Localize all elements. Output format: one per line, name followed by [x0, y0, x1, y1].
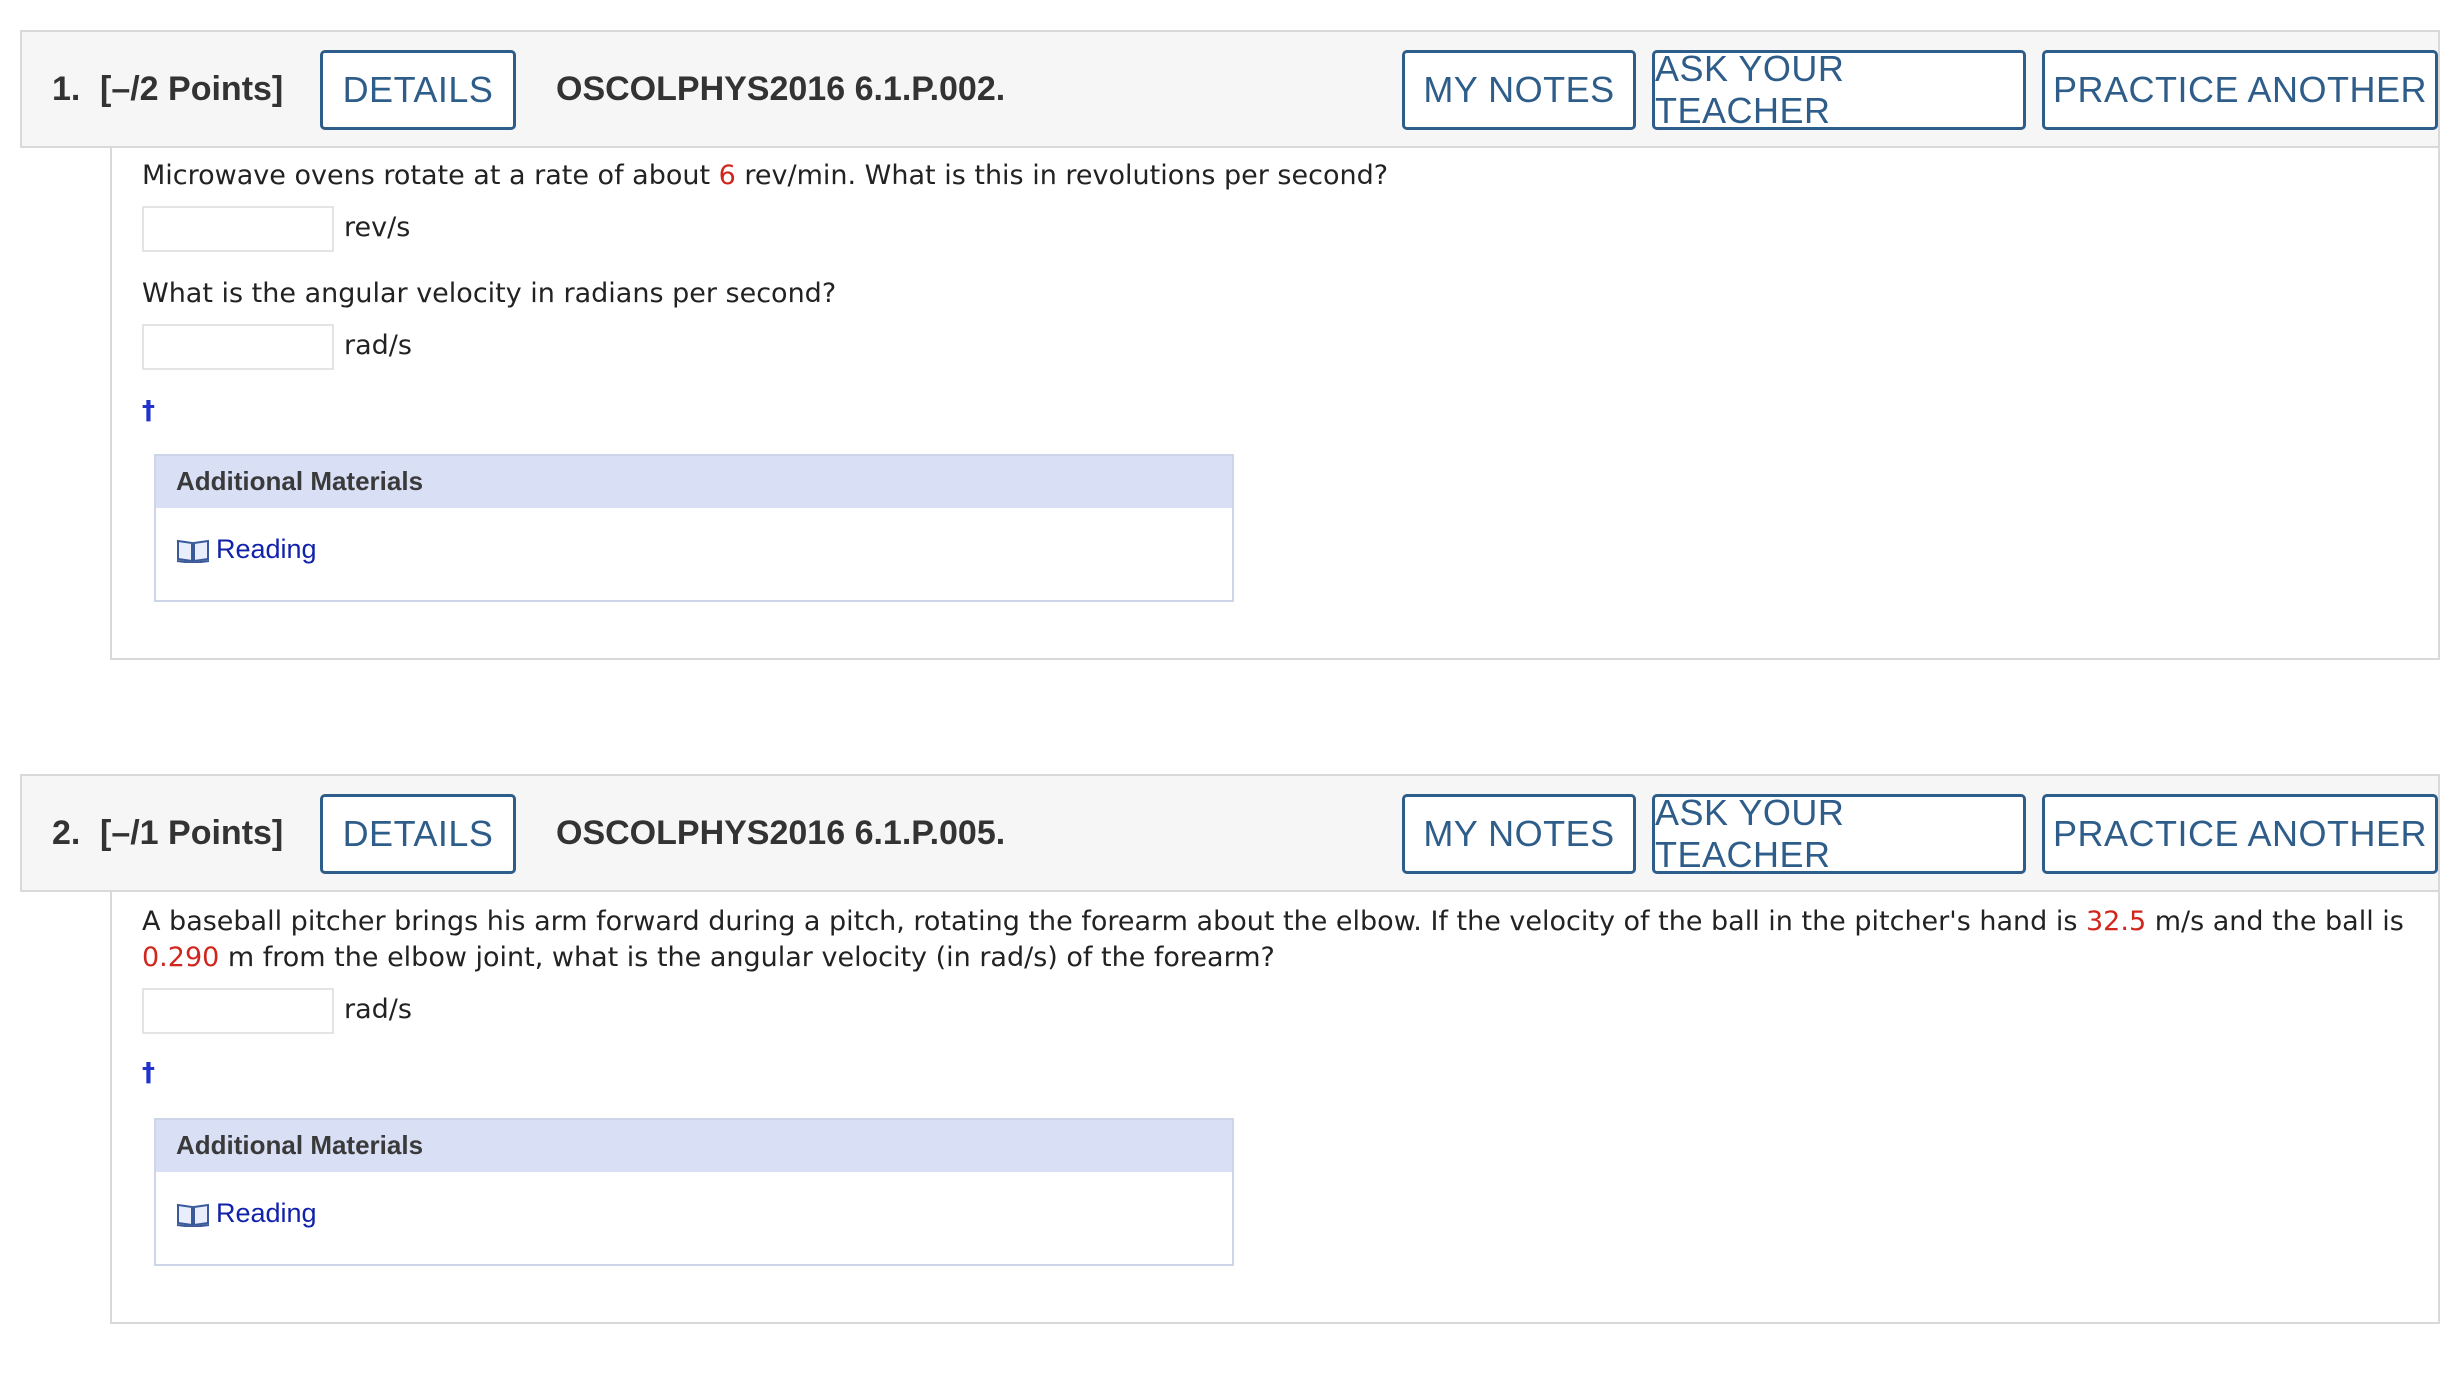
question-number: 1. [52, 70, 81, 108]
question-code: OSCOLPHYS2016 6.1.P.002. [556, 70, 1006, 108]
reading-link[interactable]: Reading [176, 534, 317, 565]
ask-your-teacher-button[interactable]: ASK YOUR TEACHER [1652, 792, 2026, 875]
prompt-text: Microwave ovens rotate at a rate of abou… [142, 160, 719, 191]
book-icon [176, 537, 210, 564]
question-body: Microwave ovens rotate at a rate of abou… [110, 148, 2440, 660]
practice-another-button[interactable]: PRACTICE ANOTHER [2042, 50, 2438, 130]
details-button[interactable]: DETAILS [320, 50, 516, 130]
additional-materials: Additional Materials Reading [154, 454, 1234, 602]
practice-another-button[interactable]: PRACTICE ANOTHER [2042, 794, 2438, 874]
question-header: 2. [–/1 Points] DETAILS OSCOLPHYS2016 6.… [20, 774, 2440, 892]
my-notes-button[interactable]: MY NOTES [1402, 50, 1636, 130]
question-prompt: Microwave ovens rotate at a rate of abou… [142, 158, 2412, 194]
question-prompt: What is the angular velocity in radians … [142, 278, 837, 309]
dagger-marker: † [142, 1058, 155, 1088]
dagger-marker: † [142, 396, 155, 426]
reading-label: Reading [216, 534, 317, 564]
question-points: [–/1 Points] [100, 814, 284, 852]
prompt-text: m from the elbow joint, what is the angu… [219, 942, 1275, 973]
question-prompt: A baseball pitcher brings his arm forwar… [142, 904, 2412, 976]
answer-input-rev-per-s[interactable] [142, 206, 334, 252]
details-button[interactable]: DETAILS [320, 794, 516, 874]
prompt-text: m/s and the ball is [2146, 906, 2404, 937]
given-value: 32.5 [2086, 906, 2147, 937]
question-code: OSCOLPHYS2016 6.1.P.005. [556, 814, 1006, 852]
question-body: A baseball pitcher brings his arm forwar… [110, 892, 2440, 1324]
given-value: 6 [718, 160, 736, 191]
question-header: 1. [–/2 Points] DETAILS OSCOLPHYS2016 6.… [20, 30, 2440, 148]
ask-your-teacher-button[interactable]: ASK YOUR TEACHER [1652, 48, 2026, 131]
prompt-text: A baseball pitcher brings his arm forwar… [142, 906, 2086, 937]
unit-label: rev/s [344, 212, 411, 243]
question-points: [–/2 Points] [100, 70, 284, 108]
additional-materials-title: Additional Materials [156, 456, 1232, 508]
reading-label: Reading [216, 1198, 317, 1228]
additional-materials-title: Additional Materials [156, 1120, 1232, 1172]
question-number: 2. [52, 814, 81, 852]
additional-materials: Additional Materials Reading [154, 1118, 1234, 1266]
unit-label: rad/s [344, 330, 412, 361]
answer-input-rad-per-s[interactable] [142, 988, 334, 1034]
my-notes-button[interactable]: MY NOTES [1402, 794, 1636, 874]
book-icon [176, 1201, 210, 1228]
reading-link[interactable]: Reading [176, 1198, 317, 1229]
given-value: 0.290 [142, 942, 220, 973]
answer-input-rad-per-s[interactable] [142, 324, 334, 370]
prompt-text: rev/min. What is this in revolutions per… [735, 160, 1389, 191]
unit-label: rad/s [344, 994, 412, 1025]
